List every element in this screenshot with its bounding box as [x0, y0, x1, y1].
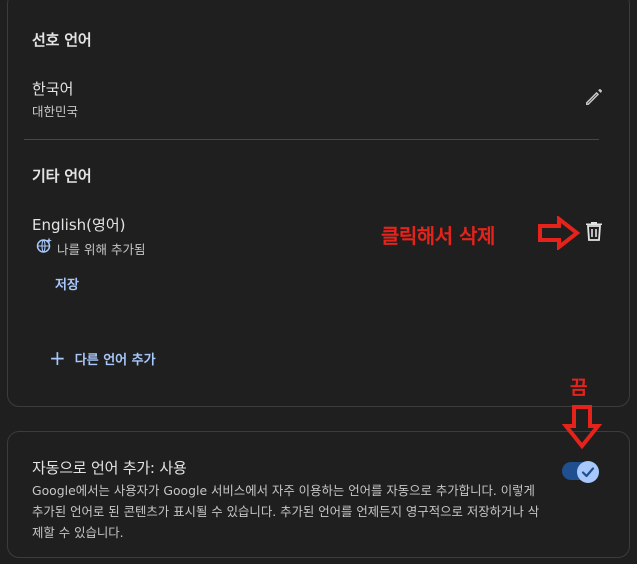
delete-hint-annotation: 클릭해서 삭제	[381, 224, 495, 248]
auto-add-title: 자동으로 언어 추가: 사용	[32, 459, 187, 477]
globe-sparkle-icon	[36, 237, 53, 254]
toggle-knob[interactable]	[577, 461, 599, 483]
added-for-you-note: 나를 위해 추가됨	[57, 242, 146, 257]
preferred-language-title: 선호 언어	[32, 31, 92, 49]
section-divider	[24, 139, 599, 140]
toggle-hint-annotation: 끔	[570, 377, 587, 399]
trash-icon	[586, 222, 602, 241]
down-arrow-annotation-icon	[561, 404, 603, 450]
add-language-button[interactable]: + 다른 언어 추가	[49, 348, 156, 368]
delete-language-button[interactable]	[582, 219, 606, 243]
auto-add-description: Google에서는 사용자가 Google 서비스에서 자주 이용하는 언어를 …	[32, 483, 540, 540]
other-languages-title: 기타 언어	[32, 167, 92, 185]
preferred-language-region: 대한민국	[32, 104, 79, 119]
preferred-language-name: 한국어	[32, 80, 74, 98]
languages-card	[7, 0, 630, 407]
pencil-icon	[586, 89, 602, 105]
edit-language-button[interactable]	[582, 85, 606, 109]
plus-icon: +	[49, 346, 66, 370]
add-language-label: 다른 언어 추가	[74, 352, 156, 368]
save-language-button[interactable]: 저장	[55, 274, 79, 293]
other-language-name: English(영어)	[32, 216, 126, 234]
right-arrow-annotation-icon	[537, 214, 581, 252]
check-icon	[581, 467, 595, 478]
